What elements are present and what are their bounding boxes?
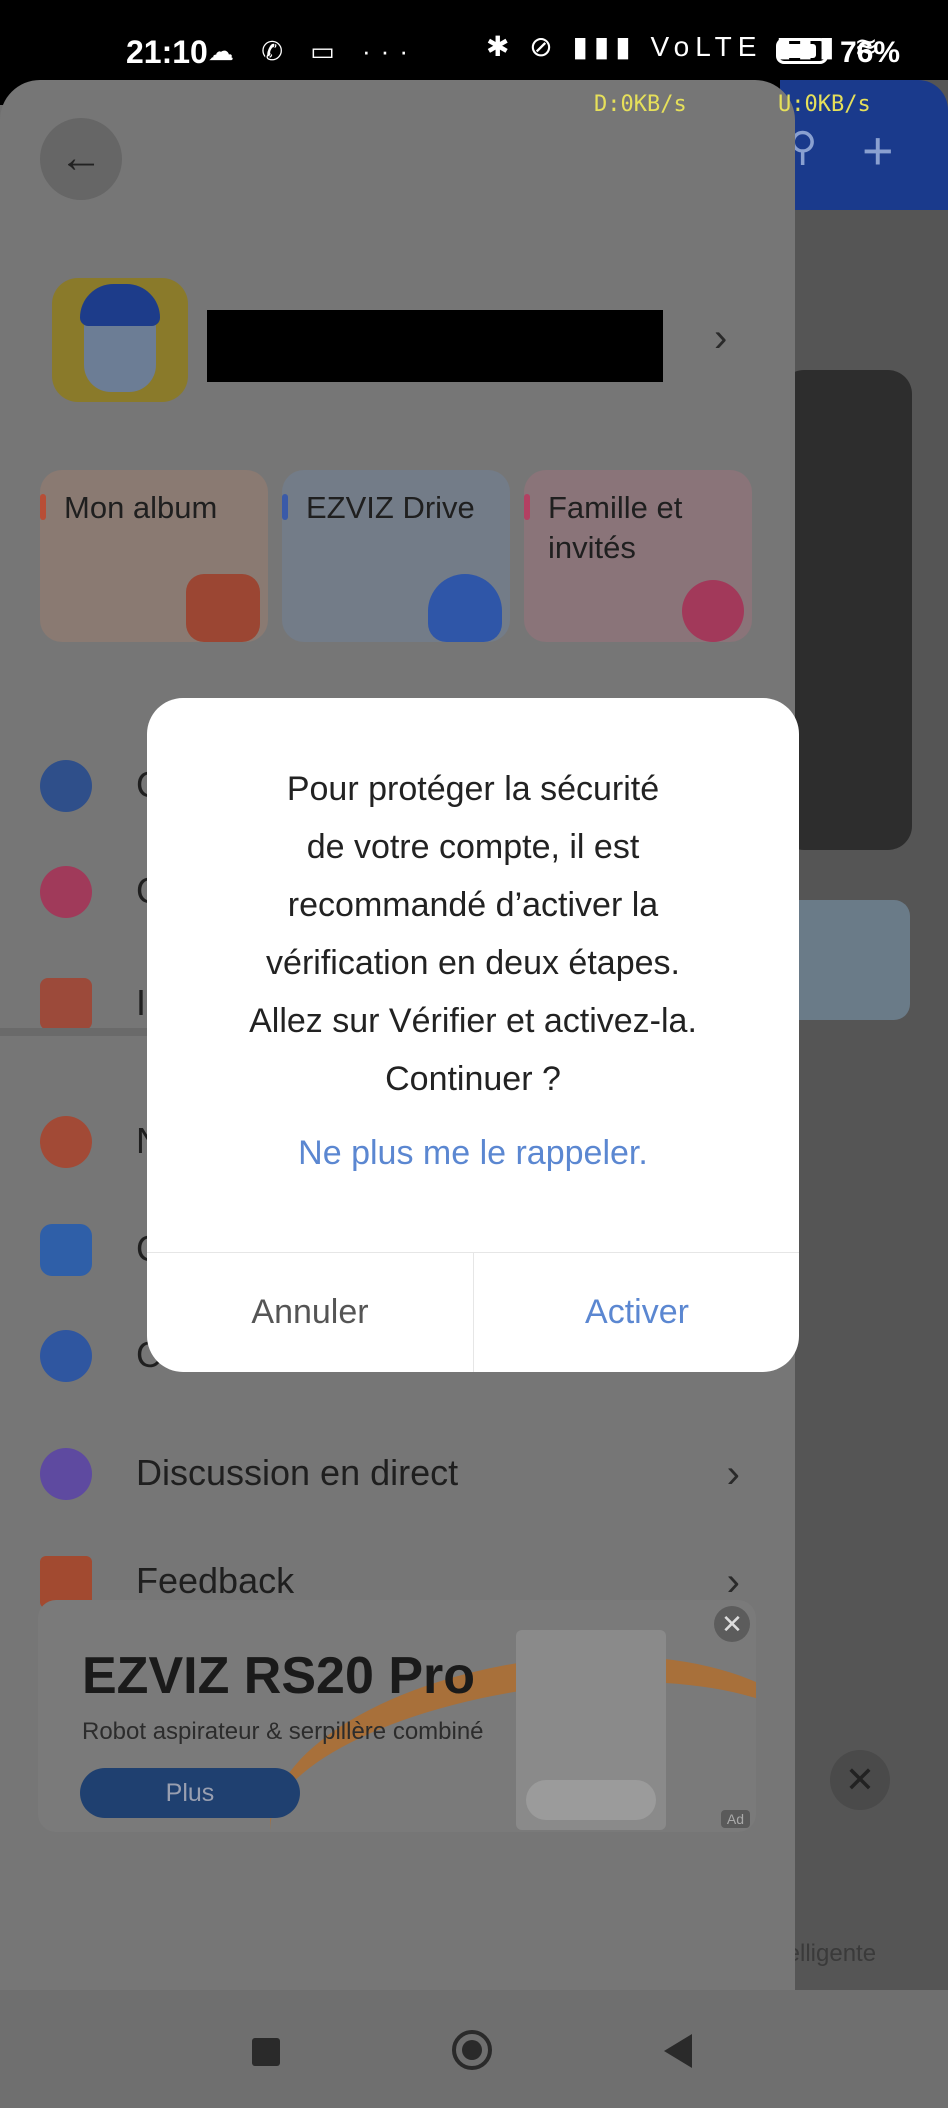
- recents-icon[interactable]: [252, 2038, 280, 2066]
- activate-button[interactable]: Activer: [474, 1253, 799, 1372]
- menu-item-live-chat[interactable]: Discussion en direct ›: [40, 1434, 740, 1514]
- background-banner: [780, 900, 910, 1020]
- menu-item-label: I: [136, 982, 147, 1023]
- shield-icon: ✕: [830, 1750, 890, 1810]
- ad-plus-button[interactable]: Plus: [80, 1768, 300, 1818]
- info-bubble-icon: [40, 1330, 92, 1382]
- background-app: ⚲ + ✕ telligente: [780, 80, 948, 1990]
- tile-accent-bar: [524, 494, 530, 520]
- chevron-right-icon: ›: [726, 1560, 740, 1604]
- album-icon: [186, 574, 260, 642]
- tile-label: Famille et invités: [548, 490, 683, 565]
- tile-label: Mon album: [64, 490, 218, 525]
- home-icon[interactable]: [452, 2030, 492, 2070]
- dialog-message-line: recommandé d’activer la: [287, 886, 659, 924]
- dialog-message-line: Continuer ?: [385, 1060, 561, 1098]
- notification-icons: ☁ ✆ ▭ ···: [208, 36, 418, 66]
- tile-famille-invites[interactable]: Famille et invités: [524, 470, 752, 642]
- ad-banner[interactable]: EZVIZ RS20 Pro Robot aspirateur & serpil…: [38, 1600, 756, 1832]
- shield-check-icon: [40, 1224, 92, 1276]
- upload-speed: U:0KB/s: [778, 92, 871, 117]
- dialog-message-line: vérification en deux étapes.: [266, 944, 680, 982]
- status-time: 21:10: [126, 34, 208, 70]
- robot-vacuum-image: [516, 1630, 666, 1830]
- avatar[interactable]: [52, 278, 188, 402]
- star-icon: [40, 978, 92, 1030]
- tile-mon-album[interactable]: Mon album: [40, 470, 268, 642]
- redacted-username: [207, 310, 663, 382]
- menu-item-label: Feedback: [136, 1560, 295, 1601]
- download-speed: D:0KB/s: [594, 92, 687, 117]
- cancel-button[interactable]: Annuler: [147, 1253, 473, 1372]
- menu-item-label: Discussion en direct: [136, 1452, 459, 1493]
- tile-accent-bar: [40, 494, 46, 520]
- add-icon: +: [862, 121, 894, 181]
- battery-icon: [776, 38, 828, 64]
- dialog-message: Pour protéger la sécurité de votre compt…: [187, 760, 759, 1108]
- background-camera-card: [780, 370, 912, 850]
- tile-label: EZVIZ Drive: [306, 490, 475, 525]
- tile-accent-bar: [282, 494, 288, 520]
- leaf-icon: [40, 1116, 92, 1168]
- ad-tag: Ad: [720, 1810, 750, 1828]
- dialog-message-line: Pour protéger la sécurité: [286, 770, 660, 808]
- back-icon[interactable]: [664, 2034, 692, 2068]
- play-circle-icon: [40, 866, 92, 918]
- system-nav-bar: [0, 1990, 948, 2108]
- family-icon: [682, 580, 744, 642]
- ad-subtitle: Robot aspirateur & serpillère combiné: [82, 1718, 484, 1745]
- back-arrow-button[interactable]: ←: [40, 118, 122, 200]
- dont-remind-link[interactable]: Ne plus me le rappeler.: [147, 1134, 799, 1173]
- avatar-hair: [80, 284, 160, 326]
- gear-icon: [40, 760, 92, 812]
- ad-close-icon[interactable]: ✕: [714, 1606, 750, 1642]
- chevron-right-icon: ›: [726, 1452, 740, 1496]
- robot-dock: [526, 1780, 656, 1820]
- chat-bubble-icon: [40, 1448, 92, 1500]
- cloud-play-icon: [428, 574, 502, 642]
- battery-level: 76%: [840, 36, 901, 69]
- ad-title: EZVIZ RS20 Pro: [82, 1647, 475, 1705]
- profile-chevron-icon[interactable]: ›: [714, 316, 727, 361]
- dialog-message-line: Allez sur Vérifier et activez-la.: [249, 1002, 697, 1040]
- tile-ezviz-drive[interactable]: EZVIZ Drive: [282, 470, 510, 642]
- dialog-message-line: de votre compte, il est: [306, 828, 640, 866]
- two-step-verification-dialog: Pour protéger la sécurité de votre compt…: [147, 698, 799, 1372]
